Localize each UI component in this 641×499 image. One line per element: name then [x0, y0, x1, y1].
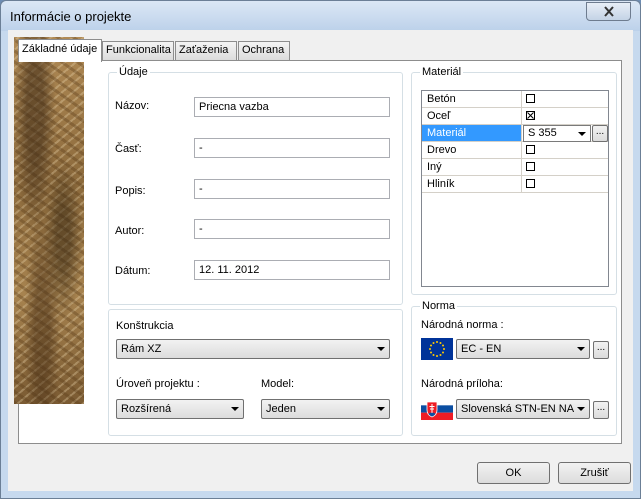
- material-select[interactable]: S 355: [523, 125, 591, 142]
- norma-group-title: Norma: [420, 300, 458, 312]
- material-row-value: [523, 142, 608, 158]
- close-icon: [603, 6, 614, 17]
- datum-label: Dátum:: [115, 265, 151, 277]
- material-value: S 355: [528, 127, 557, 139]
- material-row-material[interactable]: Materiál S 355 ...: [422, 125, 608, 142]
- cancel-button[interactable]: Zrušiť: [558, 462, 631, 484]
- model-select[interactable]: Jeden: [261, 399, 390, 419]
- narodna-norma-select[interactable]: EC - EN: [456, 339, 590, 359]
- tab-label: Zaťaženia: [179, 44, 229, 56]
- narodna-priloha-value: Slovenská STN-EN NA: [461, 403, 575, 415]
- chevron-down-icon: [577, 347, 585, 351]
- material-row-beton[interactable]: Betón: [422, 91, 608, 108]
- material-row-label: Iný: [422, 159, 522, 175]
- hlinik-checkbox[interactable]: [526, 179, 535, 188]
- title-bar[interactable]: Informácie o projekte: [1, 1, 640, 31]
- udaje-group-title: Údaje: [117, 66, 150, 78]
- cast-field[interactable]: -: [194, 138, 390, 158]
- material-row-label: Oceľ: [422, 108, 522, 124]
- datum-field[interactable]: 12. 11. 2012: [194, 260, 390, 280]
- uroven-projektu-select[interactable]: Rozšírená: [116, 399, 244, 419]
- close-button[interactable]: [586, 2, 631, 21]
- material-row-value: [523, 176, 608, 192]
- autor-field[interactable]: -: [194, 219, 390, 239]
- narodna-norma-browse-button[interactable]: ...: [593, 341, 609, 359]
- slovakia-flag-icon: [421, 398, 453, 420]
- material-row-hlinik[interactable]: Hliník: [422, 176, 608, 193]
- tab-label: Základné údaje: [22, 43, 98, 55]
- konstrukcia-value: Rám XZ: [121, 343, 162, 355]
- tab-zatazenia[interactable]: Zaťaženia: [175, 41, 237, 60]
- konstrukcia-select[interactable]: Rám XZ: [116, 339, 390, 359]
- chevron-down-icon: [577, 407, 585, 411]
- narodna-priloha-label: Národná príloha:: [421, 378, 503, 390]
- check-x-icon: [527, 112, 534, 119]
- iny-checkbox[interactable]: [526, 162, 535, 171]
- narodna-norma-value: EC - EN: [461, 343, 502, 355]
- nazov-label: Názov:: [115, 100, 150, 112]
- narodna-norma-label: Národná norma :: [421, 319, 504, 331]
- material-row-value: [523, 159, 608, 175]
- model-label: Model:: [261, 378, 295, 390]
- tab-label: Funkcionalita: [106, 44, 171, 56]
- narodna-priloha-select[interactable]: Slovenská STN-EN NA: [456, 399, 590, 419]
- uroven-projektu-value: Rozšírená: [121, 403, 172, 415]
- popis-field[interactable]: -: [194, 179, 390, 199]
- material-row-value: S 355 ...: [523, 125, 608, 142]
- project-side-image: [14, 37, 84, 404]
- tab-ochrana[interactable]: Ochrana: [238, 41, 290, 60]
- cast-label: Časť:: [115, 143, 142, 155]
- material-group-title: Materiál: [420, 66, 464, 78]
- konstrukcia-label: Konštrukcia: [116, 320, 174, 332]
- tab-label: Ochrana: [242, 44, 285, 56]
- drevo-checkbox[interactable]: [526, 145, 535, 154]
- material-row-ocel[interactable]: Oceľ: [422, 108, 608, 125]
- ocel-checkbox[interactable]: [526, 111, 535, 120]
- chevron-down-icon: [377, 347, 385, 351]
- material-row-label: Betón: [422, 91, 522, 107]
- material-row-label: Hliník: [422, 176, 522, 192]
- ok-button[interactable]: OK: [477, 462, 550, 484]
- chevron-down-icon: [231, 407, 239, 411]
- material-row-iny[interactable]: Iný: [422, 159, 608, 176]
- narodna-priloha-browse-button[interactable]: ...: [593, 401, 609, 419]
- popis-label: Popis:: [115, 185, 146, 197]
- tab-funkcionalita[interactable]: Funkcionalita: [102, 41, 174, 60]
- material-row-value: [523, 108, 608, 124]
- material-row-value: [523, 91, 608, 107]
- window-title: Informácie o projekte: [10, 9, 132, 24]
- material-grid: Betón Oceľ Materiál S 355 ... Drevo Iný …: [421, 90, 609, 287]
- nazov-field[interactable]: Priecna vazba: [194, 97, 390, 117]
- material-row-label: Materiál: [422, 125, 522, 141]
- tab-zakladne-udaje[interactable]: Základné údaje: [18, 39, 102, 62]
- material-row-drevo[interactable]: Drevo: [422, 142, 608, 159]
- uroven-projektu-label: Úroveň projektu :: [116, 378, 200, 390]
- chevron-down-icon: [377, 407, 385, 411]
- autor-label: Autor:: [115, 225, 145, 237]
- eu-flag-icon: [421, 338, 453, 360]
- chevron-down-icon: [578, 132, 586, 136]
- material-browse-button[interactable]: ...: [592, 125, 608, 142]
- material-row-label: Drevo: [422, 142, 522, 158]
- model-value: Jeden: [266, 403, 296, 415]
- beton-checkbox[interactable]: [526, 94, 535, 103]
